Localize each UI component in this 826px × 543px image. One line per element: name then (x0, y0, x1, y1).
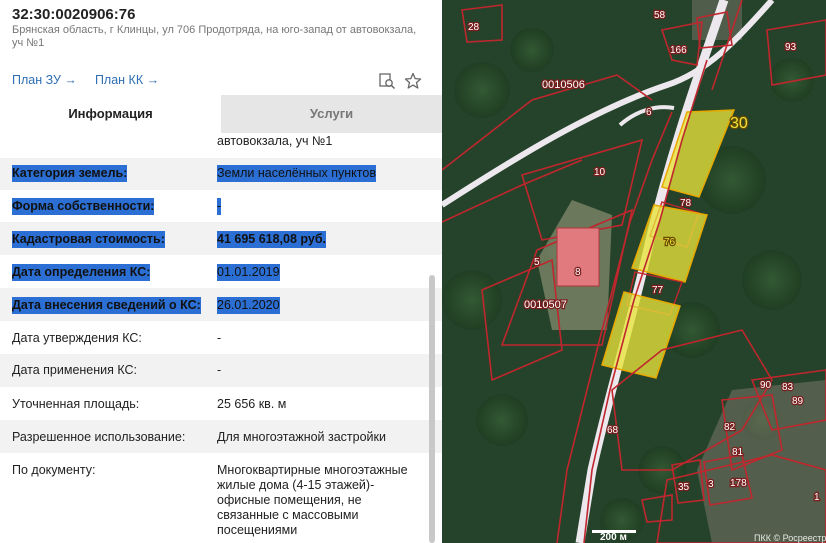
plan-links: План ЗУ → План КК → (12, 73, 159, 87)
row-label: Кадастровая стоимость: (12, 231, 165, 248)
parcel-label: 93 (785, 42, 797, 53)
cadastral-map[interactable]: 0010506 0010507 28 58 166 93 6 30 10 78 … (442, 0, 826, 543)
scale-label: 200 м (600, 532, 627, 543)
row-label: Категория земель: (12, 165, 128, 182)
info-row: По документу: Многоквартирные многоэтажн… (0, 453, 442, 543)
parcel-label: 6 (646, 107, 652, 118)
row-label: По документу: (12, 463, 96, 477)
parcel-label: 81 (732, 447, 744, 458)
info-row: Дата определения КС: 01.01.2019 (0, 255, 442, 288)
tab-services[interactable]: Услуги (221, 95, 442, 133)
map-attribution: ПКК © Росреестр (754, 533, 826, 543)
parcel-label: 82 (724, 422, 736, 433)
parcel-label: 68 (607, 425, 619, 436)
parcel-label: 166 (670, 45, 687, 56)
row-label: Форма собственности: (12, 198, 155, 215)
row-label: Уточненная площадь: (12, 397, 140, 411)
row-label: Разрешенное использование: (12, 430, 186, 444)
tab-information[interactable]: Информация (0, 95, 221, 133)
row-value: - (217, 198, 222, 215)
parcel-label: 58 (654, 10, 666, 21)
quarter-label: 0010507 (524, 299, 567, 311)
parcel-label: 1 (814, 492, 820, 503)
parcel-label: 3 (708, 479, 714, 490)
parcel-label: 178 (730, 478, 747, 489)
row-label: Дата внесения сведений о КС: (12, 297, 201, 314)
star-icon[interactable] (404, 72, 422, 90)
address-continuation-row: автовокзала, уч №1 (0, 133, 442, 158)
parcel-label: 77 (652, 285, 664, 296)
plan-kk-link[interactable]: План КК → (95, 73, 159, 87)
info-row: Кадастровая стоимость: 41 695 618,08 руб… (0, 222, 442, 255)
parcel-label: 10 (594, 167, 606, 178)
info-row: Уточненная площадь: 25 656 кв. м (0, 387, 442, 420)
scrollbar[interactable] (428, 275, 436, 543)
cadastral-number: 32:30:0020906:76 (12, 6, 136, 23)
parcel-label: 8 (575, 267, 581, 278)
row-value: - (217, 331, 222, 345)
row-value: 01.01.2019 (217, 264, 280, 281)
parcel-label: 28 (468, 22, 480, 33)
info-row: Дата утверждения КС: - (0, 321, 442, 354)
info-panel: 32:30:0020906:76 Брянская область, г Кли… (0, 0, 442, 543)
info-row: Категория земель: Земли населённых пункт… (0, 158, 442, 190)
parcel-label-selected: 30 (730, 115, 748, 132)
row-value: 25 656 кв. м (217, 397, 287, 411)
parcel-label: 5 (534, 257, 540, 268)
row-value: Многоквартирные многоэтажные жилые дома … (217, 463, 408, 537)
row-value: 26.01.2020 (217, 297, 280, 314)
quarter-label: 0010506 (542, 79, 585, 91)
row-value: 41 695 618,08 руб. (217, 231, 327, 248)
info-row: Разрешенное использование: Для многоэтаж… (0, 420, 442, 453)
row-label: Дата утверждения КС: (12, 331, 142, 345)
parcel-label: 35 (678, 482, 690, 493)
map-canvas[interactable]: 0010506 0010507 28 58 166 93 6 30 10 78 … (442, 0, 826, 543)
tab-bar: Информация Услуги (0, 95, 442, 133)
info-row: Дата внесения сведений о КС: 26.01.2020 (0, 288, 442, 321)
parcel-address: Брянская область, г Клинцы, ул 706 Продо… (12, 24, 417, 49)
info-row: Форма собственности: - (0, 190, 442, 222)
row-value: Земли населённых пунктов (217, 165, 376, 182)
plan-zu-link[interactable]: План ЗУ → (12, 73, 77, 87)
scrollbar-thumb[interactable] (429, 275, 435, 543)
row-label: Дата определения КС: (12, 264, 151, 281)
info-row: Дата применения КС: - (0, 354, 442, 387)
row-value: Для многоэтажной застройки (217, 430, 386, 444)
row-label: Дата применения КС: (12, 363, 138, 377)
address-tail: автовокзала, уч №1 (217, 134, 333, 148)
row-value: - (217, 363, 222, 377)
parcel-label: 90 (760, 380, 772, 391)
parcel-label: 89 (792, 396, 804, 407)
parcel-label: 83 (782, 382, 794, 393)
parcel-label: 78 (680, 198, 692, 209)
parcel-label: 76 (664, 237, 676, 248)
search-document-icon[interactable] (378, 72, 396, 90)
